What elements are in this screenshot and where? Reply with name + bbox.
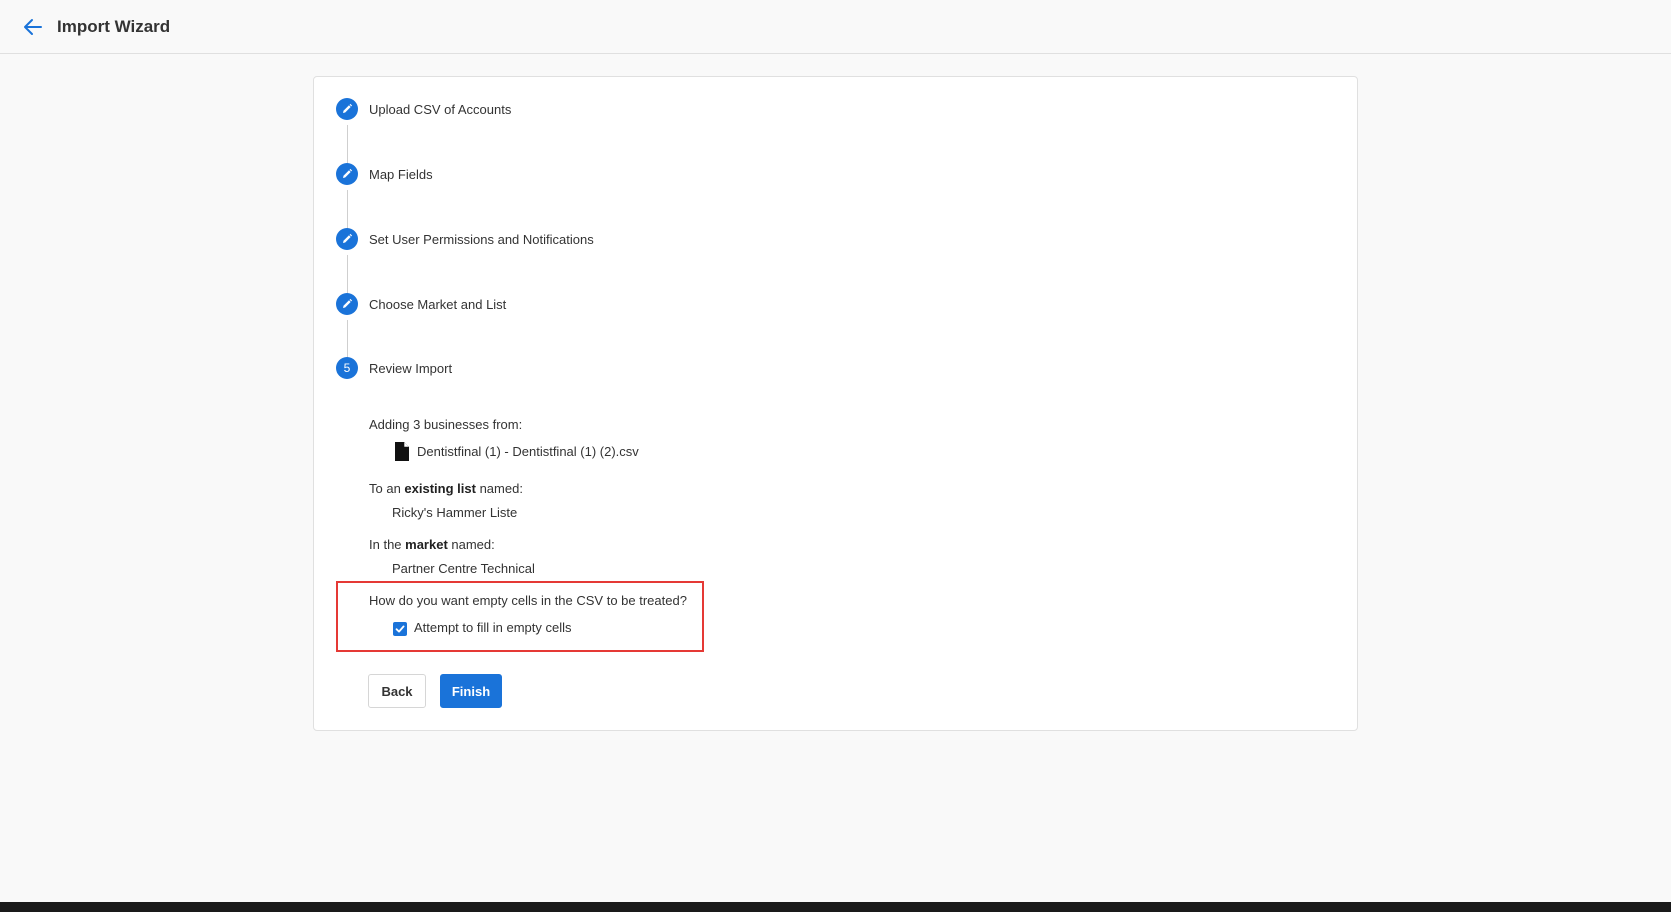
market-name: Partner Centre Technical	[392, 561, 535, 576]
list-name: Ricky's Hammer Liste	[392, 505, 518, 520]
pencil-icon	[336, 293, 358, 315]
pencil-icon	[336, 228, 358, 250]
fill-empty-cells-checkbox[interactable]	[393, 622, 407, 636]
step-label: Upload CSV of Accounts	[369, 101, 512, 117]
finish-button[interactable]: Finish	[440, 674, 502, 708]
step-connector	[347, 190, 348, 233]
back-button[interactable]: Back	[368, 674, 426, 708]
checkmark-icon	[395, 625, 405, 633]
step-connector	[347, 255, 348, 298]
step-user-permissions[interactable]: Set User Permissions and Notifications	[336, 228, 594, 250]
highlight-box	[336, 581, 704, 652]
adding-businesses-text: Adding 3 businesses from:	[369, 417, 523, 432]
step-map-fields[interactable]: Map Fields	[336, 163, 433, 185]
pencil-icon	[336, 163, 358, 185]
step-market-list[interactable]: Choose Market and List	[336, 293, 506, 315]
wizard-card: Upload CSV of Accounts Map Fields Set Us…	[313, 76, 1358, 731]
step-connector	[347, 125, 348, 168]
market-label: In the market named:	[369, 537, 495, 552]
step-label: Map Fields	[369, 166, 433, 182]
step-upload-csv[interactable]: Upload CSV of Accounts	[336, 98, 511, 120]
pencil-icon	[336, 98, 358, 120]
csv-file-name: Dentistfinal (1) - Dentistfinal (1) (2).…	[417, 444, 639, 459]
top-bar: Import Wizard	[0, 0, 1671, 54]
file-icon	[395, 442, 409, 461]
step-number: 5	[336, 357, 358, 379]
step-label: Set User Permissions and Notifications	[369, 231, 594, 247]
step-label: Choose Market and List	[369, 296, 507, 312]
bottom-bar	[0, 902, 1671, 912]
step-connector	[347, 320, 348, 362]
page-title: Import Wizard	[57, 17, 171, 36]
empty-cells-question: How do you want empty cells in the CSV t…	[369, 593, 687, 608]
existing-list-label: To an existing list named:	[369, 481, 523, 496]
fill-empty-cells-label[interactable]: Attempt to fill in empty cells	[414, 620, 572, 635]
step-review-import: 5 Review Import	[336, 357, 452, 379]
step-label: Review Import	[369, 360, 453, 376]
back-arrow-icon[interactable]	[22, 16, 44, 38]
